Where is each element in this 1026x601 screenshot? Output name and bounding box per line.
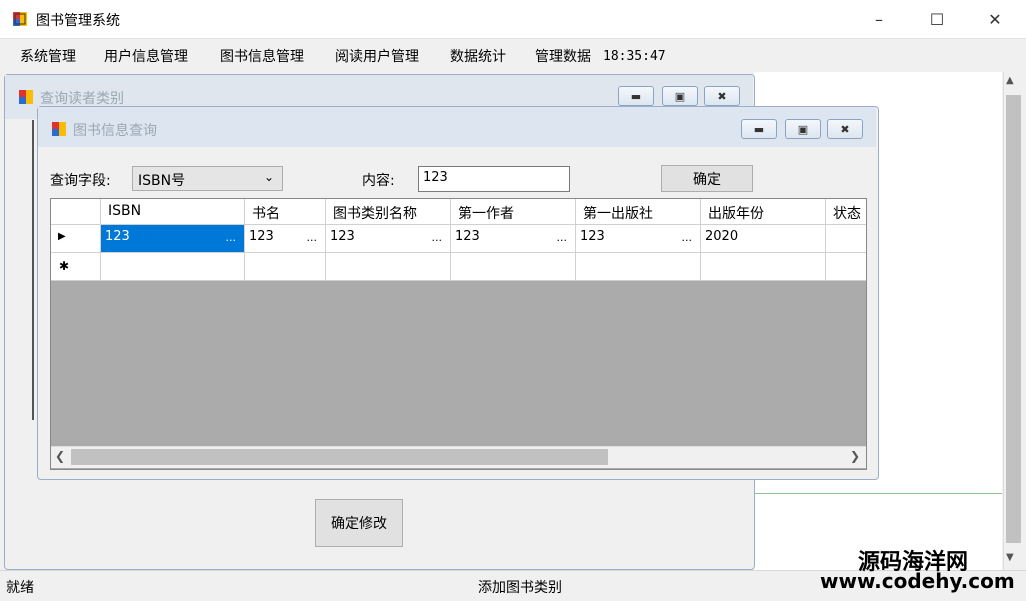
table-cell-year[interactable]: 2020 [701, 225, 826, 253]
cell-value: 123 [330, 229, 355, 244]
scroll-down-icon[interactable]: ▼ [1006, 552, 1014, 563]
divider-line [754, 493, 1002, 494]
confirm-modify-button[interactable]: 确定修改 [315, 499, 403, 547]
cell-ellipsis: ... [556, 231, 568, 244]
column-header-isbn[interactable]: ISBN [101, 199, 245, 225]
query-confirm-button[interactable]: 确定 [661, 165, 753, 192]
close-button[interactable]: ✕ [972, 0, 1018, 38]
column-header-category[interactable]: 图书类别名称 [326, 199, 451, 225]
row-header-current[interactable]: ▶ [51, 225, 101, 253]
bg-window-icon [18, 89, 34, 105]
watermark-url: www.codehy.com [820, 569, 1015, 593]
table-cell-new[interactable] [326, 253, 451, 281]
scroll-up-icon[interactable]: ▲ [1006, 75, 1014, 86]
table-cell-new[interactable] [451, 253, 576, 281]
clock-label: 18:35:47 [603, 49, 666, 64]
window-title: 图书管理系统 [36, 13, 120, 29]
query-field-select[interactable]: ISBN号 ⌄ [132, 166, 283, 191]
content-input-value: 123 [423, 170, 448, 185]
cell-value: 123 [580, 229, 605, 244]
menu-item-system[interactable]: 系统管理 [20, 46, 76, 66]
table-cell-title[interactable]: 123 ... [245, 225, 326, 253]
restore-icon: ▣ [797, 122, 809, 136]
scroll-left-icon[interactable]: ❮ [55, 449, 65, 463]
table-cell-new[interactable] [101, 253, 245, 281]
column-header-year[interactable]: 出版年份 [701, 199, 826, 225]
horizontal-scroll-thumb[interactable] [71, 449, 608, 465]
cell-ellipsis: ... [681, 231, 693, 244]
query-minimize-button[interactable]: ▬ [741, 119, 777, 139]
table-cell-publisher[interactable]: 123 ... [576, 225, 701, 253]
cell-ellipsis: ... [431, 231, 443, 244]
row-header-new[interactable]: ✱ [51, 253, 101, 281]
app-icon [12, 11, 28, 27]
cell-ellipsis: ... [225, 231, 237, 244]
query-window-title: 图书信息查询 [73, 123, 157, 139]
bg-restore-button[interactable]: ▣ [662, 86, 698, 106]
table-cell-new[interactable] [701, 253, 826, 281]
column-header-status[interactable]: 状态 [826, 199, 866, 225]
status-left-text: 就绪 [6, 580, 34, 596]
bg-minimize-button[interactable]: ▬ [618, 86, 654, 106]
new-row-icon: ✱ [59, 259, 70, 273]
restore-icon: ▣ [674, 89, 686, 103]
menu-item-manage-data[interactable]: 管理数据 [535, 46, 591, 66]
menu-item-reader[interactable]: 阅读用户管理 [335, 46, 419, 66]
cell-value: 2020 [705, 229, 739, 244]
query-restore-button[interactable]: ▣ [785, 119, 821, 139]
results-grid[interactable]: ISBN 书名 图书类别名称 第一作者 第一出版社 出版年份 状态 ▶ 123 … [50, 198, 867, 470]
content-input[interactable]: 123 [418, 166, 570, 192]
table-cell-category[interactable]: 123 ... [326, 225, 451, 253]
table-cell-status[interactable] [826, 225, 866, 253]
table-cell-isbn[interactable]: 123 ... [101, 225, 245, 253]
column-header-title[interactable]: 书名 [245, 199, 326, 225]
minimize-icon: ▬ [630, 89, 642, 103]
minimize-icon: ▬ [753, 122, 765, 136]
table-cell-new[interactable] [826, 253, 866, 281]
minimize-icon: – [875, 9, 883, 29]
menu-item-book-info[interactable]: 图书信息管理 [220, 46, 304, 66]
cell-value: 123 [105, 229, 130, 244]
cell-value: 123 [455, 229, 480, 244]
chevron-down-icon: ⌄ [264, 170, 275, 184]
query-field-value: ISBN号 [138, 173, 186, 189]
query-field-label: 查询字段: [50, 173, 111, 189]
close-icon: ✕ [988, 9, 1002, 29]
table-cell-author[interactable]: 123 ... [451, 225, 576, 253]
status-center-text: 添加图书类别 [478, 580, 562, 596]
row-pointer-icon: ▶ [58, 231, 66, 242]
menu-item-stats[interactable]: 数据统计 [450, 46, 506, 66]
close-icon: ✖ [840, 122, 850, 136]
content-label: 内容: [362, 173, 395, 189]
maximize-icon: ☐ [929, 9, 945, 29]
column-header-author[interactable]: 第一作者 [451, 199, 576, 225]
bg-window-title: 查询读者类别 [40, 91, 124, 107]
close-icon: ✖ [717, 89, 727, 103]
bg-close-button[interactable]: ✖ [704, 86, 740, 106]
cell-value: 123 [249, 229, 274, 244]
maximize-button[interactable]: ☐ [914, 0, 960, 38]
menu-item-user-info[interactable]: 用户信息管理 [104, 46, 188, 66]
grid-corner [51, 199, 101, 225]
scroll-right-icon[interactable]: ❯ [850, 449, 860, 463]
minimize-button[interactable]: – [856, 0, 902, 38]
table-cell-new[interactable] [245, 253, 326, 281]
query-window-icon [51, 121, 67, 137]
query-close-button[interactable]: ✖ [827, 119, 863, 139]
cell-ellipsis: ... [306, 231, 318, 244]
table-cell-new[interactable] [576, 253, 701, 281]
column-header-publisher[interactable]: 第一出版社 [576, 199, 701, 225]
vertical-scroll-thumb[interactable] [1006, 95, 1021, 543]
